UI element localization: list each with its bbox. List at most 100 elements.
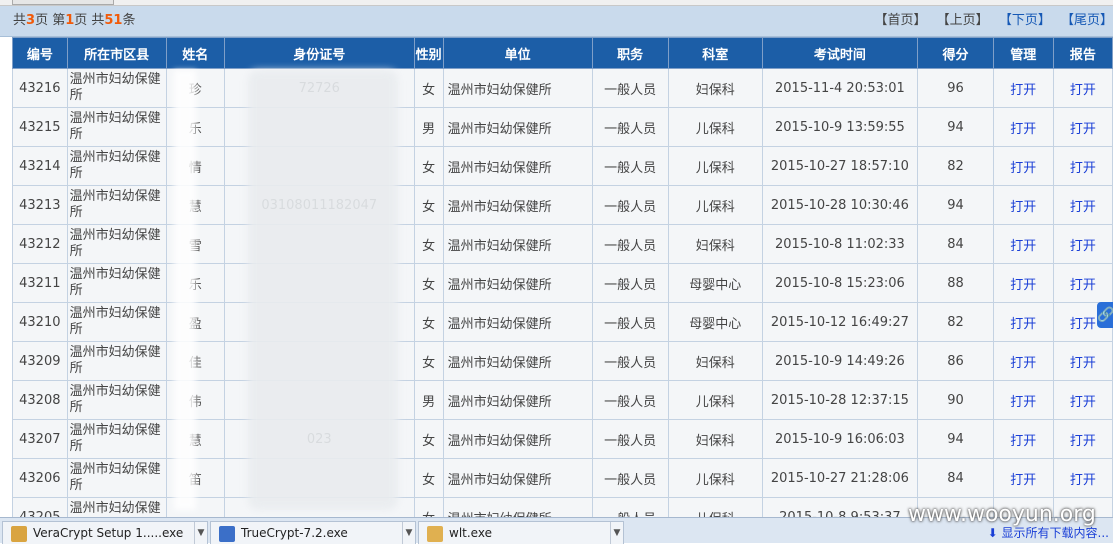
manage-open-link[interactable]: 打开 [1010, 317, 1036, 332]
chevron-down-icon[interactable]: ▼ [194, 522, 207, 544]
department-cell: 儿保科 [667, 185, 763, 225]
column-header: 单位 [442, 37, 593, 69]
score-cell: 88 [917, 263, 994, 303]
manage-open-link[interactable]: 打开 [1010, 395, 1036, 410]
manage-open-link[interactable]: 打开 [1010, 473, 1036, 488]
redaction-name [174, 70, 196, 510]
next-page-link[interactable]: 【下页】 [999, 13, 1051, 28]
download-arrow-icon: ⬇ [987, 526, 998, 540]
column-header: 得分 [917, 37, 994, 69]
exam-time-cell: 2015-10-28 10:30:46 [761, 185, 919, 225]
area-cell: 温州市妇幼保健所 [66, 458, 167, 498]
last-page-link[interactable]: 【尾页】 [1061, 13, 1113, 28]
position-cell: 一般人员 [591, 68, 669, 108]
score-cell: 94 [917, 419, 994, 459]
manage-open-link[interactable]: 打开 [1010, 434, 1036, 449]
manage-cell: 打开 [992, 458, 1054, 498]
manage-open-link[interactable]: 打开 [1010, 278, 1036, 293]
position-cell: 一般人员 [591, 146, 669, 186]
unit-cell: 温州市妇幼保健所 [442, 380, 593, 420]
record-id: 43214 [12, 146, 68, 186]
exam-time-cell: 2015-11-4 20:53:01 [761, 68, 919, 108]
exam-time-cell: 2015-10-12 16:49:27 [761, 302, 919, 342]
record-id: 43216 [12, 68, 68, 108]
unit-cell: 温州市妇幼保健所 [442, 458, 593, 498]
department-cell: 儿保科 [667, 107, 763, 147]
manage-open-link[interactable]: 打开 [1010, 83, 1036, 98]
report-open-link[interactable]: 打开 [1070, 200, 1096, 215]
report-open-link[interactable]: 打开 [1070, 317, 1096, 332]
manage-cell: 打开 [992, 146, 1054, 186]
unit-cell: 温州市妇幼保健所 [442, 107, 593, 147]
manage-open-link[interactable]: 打开 [1010, 356, 1036, 371]
position-cell: 一般人员 [591, 458, 669, 498]
position-cell: 一般人员 [591, 107, 669, 147]
record-id: 43208 [12, 380, 68, 420]
area-cell: 温州市妇幼保健所 [66, 68, 167, 108]
exam-time-cell: 2015-10-9 13:59:55 [761, 107, 919, 147]
manage-open-link[interactable]: 打开 [1010, 161, 1036, 176]
exam-time-cell: 2015-10-27 21:28:06 [761, 458, 919, 498]
column-header: 职务 [591, 37, 669, 69]
download-item[interactable]: VeraCrypt Setup 1.....exe ▼ [2, 521, 208, 544]
report-cell: 打开 [1052, 107, 1113, 147]
chevron-down-icon[interactable]: ▼ [402, 522, 415, 544]
link-icon[interactable]: 🔗 [1097, 302, 1113, 328]
area-cell: 温州市妇幼保健所 [66, 419, 167, 459]
exam-time-cell: 2015-10-8 15:23:06 [761, 263, 919, 303]
score-cell: 84 [917, 224, 994, 264]
exam-time-cell: 2015-10-8 11:02:33 [761, 224, 919, 264]
prev-page-link[interactable]: 【上页】 [937, 13, 989, 28]
position-cell: 一般人员 [591, 185, 669, 225]
area-cell: 温州市妇幼保健所 [66, 263, 167, 303]
report-open-link[interactable]: 打开 [1070, 161, 1096, 176]
record-id: 43213 [12, 185, 68, 225]
report-open-link[interactable]: 打开 [1070, 473, 1096, 488]
report-cell: 打开 [1052, 263, 1113, 303]
manage-open-link[interactable]: 打开 [1010, 239, 1036, 254]
column-header: 管理 [992, 37, 1054, 69]
download-item[interactable]: wlt.exe ▼ [418, 521, 624, 544]
tab-stub[interactable] [12, 0, 114, 5]
download-item[interactable]: TrueCrypt-7.2.exe ▼ [210, 521, 416, 544]
score-cell: 86 [917, 341, 994, 381]
area-cell: 温州市妇幼保健所 [66, 146, 167, 186]
gender-cell: 女 [413, 224, 444, 264]
report-open-link[interactable]: 打开 [1070, 356, 1096, 371]
department-cell: 母婴中心 [667, 302, 763, 342]
report-open-link[interactable]: 打开 [1070, 239, 1096, 254]
table-header-row: 编号 所在市区县 姓名 身份证号 性别 单位 职务 科室 考试时间 得分 管理 报告 [12, 37, 1113, 69]
unit-cell: 温州市妇幼保健所 [442, 185, 593, 225]
report-open-link[interactable]: 打开 [1070, 395, 1096, 410]
manage-open-link[interactable]: 打开 [1010, 122, 1036, 137]
unit-cell: 温州市妇幼保健所 [442, 68, 593, 108]
unit-cell: 温州市妇幼保健所 [442, 146, 593, 186]
manage-cell: 打开 [992, 341, 1054, 381]
report-open-link[interactable]: 打开 [1070, 83, 1096, 98]
report-open-link[interactable]: 打开 [1070, 278, 1096, 293]
manage-open-link[interactable]: 打开 [1010, 200, 1036, 215]
first-page-link[interactable]: 【首页】 [875, 13, 927, 28]
installer-icon [11, 525, 27, 542]
report-cell: 打开 [1052, 185, 1113, 225]
position-cell: 一般人员 [591, 341, 669, 381]
manage-cell: 打开 [992, 224, 1054, 264]
unit-cell: 温州市妇幼保健所 [442, 224, 593, 264]
chevron-down-icon[interactable]: ▼ [610, 522, 623, 544]
report-open-link[interactable]: 打开 [1070, 434, 1096, 449]
record-id: 43215 [12, 107, 68, 147]
pagination-bar: 共3页 第1页 共51条 【首页】 【上页】 【下页】 【尾页】 [0, 6, 1113, 37]
gender-cell: 男 [413, 380, 444, 420]
area-cell: 温州市妇幼保健所 [66, 107, 167, 147]
column-header: 身份证号 [223, 37, 415, 69]
score-cell: 82 [917, 302, 994, 342]
record-id: 43206 [12, 458, 68, 498]
current-page: 1 [65, 13, 75, 28]
installer-icon [427, 525, 443, 542]
manage-cell: 打开 [992, 419, 1054, 459]
unit-cell: 温州市妇幼保健所 [442, 419, 593, 459]
gender-cell: 女 [413, 419, 444, 459]
exam-time-cell: 2015-10-28 12:37:15 [761, 380, 919, 420]
report-open-link[interactable]: 打开 [1070, 122, 1096, 137]
department-cell: 儿保科 [667, 458, 763, 498]
